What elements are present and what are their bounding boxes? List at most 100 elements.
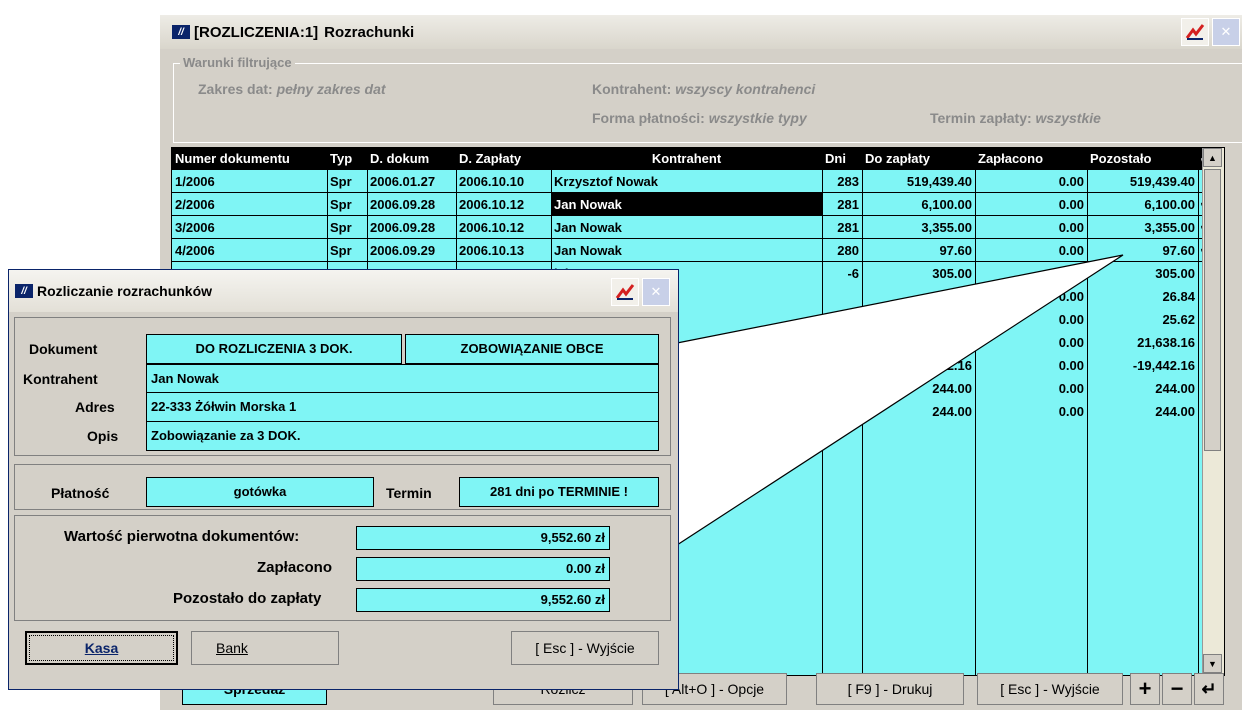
dialog-close-icon[interactable]: ✕ <box>642 278 670 306</box>
date-range-filter: Zakres dat: pełny zakres dat <box>198 81 386 97</box>
exit-main-button[interactable]: [ Esc ] - Wyjście <box>977 673 1123 705</box>
column-header-dni[interactable]: Dni <box>822 148 862 169</box>
scroll-up-icon[interactable]: ▲ <box>1203 148 1222 167</box>
cell-zaplacono: 0.00 <box>1058 335 1084 350</box>
cell-zaplacono: 0.00 <box>1058 266 1084 281</box>
dialog-title: Rozliczanie rozrachunków <box>37 283 213 299</box>
cell-do-zaplaty: 21,638.16 <box>914 335 972 350</box>
cell-do-zaplaty: 3,355.00 <box>921 220 972 235</box>
cell-nr: 2/2006 <box>175 197 215 212</box>
cell-do-zaplaty: 244.00 <box>932 404 972 419</box>
cell-d-dok: 2006.09.28 <box>370 197 436 212</box>
cell-do-zaplaty: 97.60 <box>939 243 972 258</box>
cell-dni: 281 <box>837 220 859 235</box>
kontrahent-field[interactable]: Jan Nowak <box>146 364 659 394</box>
app-logo-icon: // <box>172 25 190 39</box>
cell-nr: 3/2006 <box>175 220 215 235</box>
filter-group <box>173 63 1242 143</box>
cell-do-zaplaty: 519,439.40 <box>906 174 972 189</box>
cell-d-zap: 2006.10.12 <box>459 197 525 212</box>
column-header-typ[interactable]: Typ <box>327 148 367 169</box>
termin-label: Termin <box>386 485 432 501</box>
cell-zaplacono: 0.00 <box>1058 243 1084 258</box>
termin-field[interactable]: 281 dni po TERMINIE ! <box>459 477 659 507</box>
opis-field[interactable]: Zobowiązanie za 3 DOK. <box>146 421 659 451</box>
cell-zaplacono: 0.00 <box>1058 174 1084 189</box>
cell-dni: -13 <box>840 381 859 396</box>
column-header-d-zaplaty[interactable]: D. Zapłaty <box>456 148 551 169</box>
cell-do-zaplaty: 305.00 <box>932 266 972 281</box>
cell-do-zaplaty: 25.62 <box>939 312 972 327</box>
table-scrollbar[interactable]: ▲ ▼ <box>1202 148 1224 675</box>
cell-d-zap: 2006.10.10 <box>459 174 525 189</box>
cell-do-zaplaty: -19,442.16 <box>909 358 972 373</box>
column-header-nr[interactable]: Numer dokumentu <box>172 148 327 169</box>
column-header-do-zaplaty[interactable]: Do zapłaty <box>862 148 975 169</box>
dokument-label: Dokument <box>29 341 98 357</box>
cell-pozostalo: 244.00 <box>1155 381 1195 396</box>
window-app-tag: [ROZLICZENIA:1] <box>194 23 319 41</box>
cell-pozostalo: 26.84 <box>1162 289 1195 304</box>
add-row-button[interactable]: + <box>1130 673 1160 705</box>
cell-d-dok: 2006.09.29 <box>370 243 436 258</box>
cell-zaplacono: 0.00 <box>1058 381 1084 396</box>
payment-form-filter: Forma płatności: wszystkie typy <box>592 110 807 126</box>
settlement-dialog: // Rozliczanie rozrachunków ✕ Dokument D… <box>8 269 679 690</box>
cell-pozostalo: 244.00 <box>1155 404 1195 419</box>
cell-do-zaplaty <box>862 285 975 308</box>
platnosc-label: Płatność <box>51 485 110 501</box>
cell-zaplacono: 0.00 <box>1058 358 1084 373</box>
column-header-pozostalo[interactable]: Pozostało <box>1087 148 1198 169</box>
pozostalo-field[interactable]: 9,552.60 zł <box>356 588 610 612</box>
cell-d-dok: 2006.09.28 <box>370 220 436 235</box>
pozostalo-label: Pozostało do zapłaty <box>173 590 322 607</box>
kasa-button[interactable]: Kasa <box>25 631 178 665</box>
dialog-title-bar: // Rozliczanie rozrachunków <box>9 270 678 312</box>
scrollbar-thumb[interactable] <box>1204 169 1221 451</box>
bank-label: Bank <box>216 640 248 656</box>
payment-form-value: wszystkie typy <box>708 110 807 126</box>
cell-pozostalo: -19,442.16 <box>1132 358 1195 373</box>
cell-pozostalo: 305.00 <box>1155 266 1195 281</box>
contractor-filter-value: wszyscy kontrahenci <box>675 81 816 97</box>
cell-zaplacono: 0.00 <box>1058 404 1084 419</box>
cell-dni: -6 <box>847 266 859 281</box>
window-title: Rozrachunki <box>324 23 415 41</box>
due-filter-value: wszystkie <box>1035 110 1101 126</box>
remove-row-button[interactable]: − <box>1162 673 1192 705</box>
confirm-icon[interactable] <box>1181 18 1209 46</box>
adres-field[interactable]: 22-333 Żółwin Morska 1 <box>146 392 659 422</box>
dokument-field[interactable]: DO ROZLICZENIA 3 DOK. <box>146 334 402 364</box>
cell-d-dok: 2006.01.27 <box>370 174 436 189</box>
cell-dni <box>822 308 862 331</box>
cell-pozostalo: 519,439.40 <box>1129 174 1195 189</box>
column-header-kontrahent[interactable]: Kontrahent <box>551 148 822 169</box>
close-icon[interactable]: ✕ <box>1212 18 1240 46</box>
column-header-d-dokum[interactable]: D. dokum <box>367 148 456 169</box>
cell-dni: 281 <box>837 197 859 212</box>
kontrahent-label: Kontrahent <box>23 371 98 387</box>
dokument-type-field[interactable]: ZOBOWIĄZANIE OBCE <box>405 334 659 364</box>
date-range-value: pełny zakres dat <box>276 81 386 97</box>
column-header-zaplacono[interactable]: Zapłacono <box>975 148 1087 169</box>
cell-dni: -13 <box>840 358 859 373</box>
platnosc-field[interactable]: gotówka <box>146 477 374 507</box>
print-button[interactable]: [ F9 ] - Drukuj <box>816 673 964 705</box>
wartosc-field[interactable]: 9,552.60 zł <box>356 526 610 550</box>
contractor-filter: Kontrahent: wszyscy kontrahenci <box>592 81 815 97</box>
cell-zaplacono: 0.00 <box>1058 220 1084 235</box>
zaplacono-field[interactable]: 0.00 zł <box>356 557 610 581</box>
cell-dni: -13 <box>840 404 859 419</box>
cell-nr: 4/2006 <box>175 243 215 258</box>
scroll-down-icon[interactable]: ▼ <box>1203 654 1222 673</box>
opis-label: Opis <box>87 428 119 444</box>
cell-pozostalo: 25.62 <box>1162 312 1195 327</box>
bank-button[interactable]: Bank <box>191 631 339 665</box>
cell-typ: Spr <box>330 174 352 189</box>
cell-dni <box>822 331 862 354</box>
enter-button[interactable]: ↵ <box>1194 673 1224 705</box>
dialog-confirm-icon[interactable] <box>611 278 639 306</box>
cell-pozostalo: 97.60 <box>1162 243 1195 258</box>
dialog-exit-button[interactable]: [ Esc ] - Wyjście <box>511 631 659 665</box>
cell-do-zaplaty: 244.00 <box>932 381 972 396</box>
